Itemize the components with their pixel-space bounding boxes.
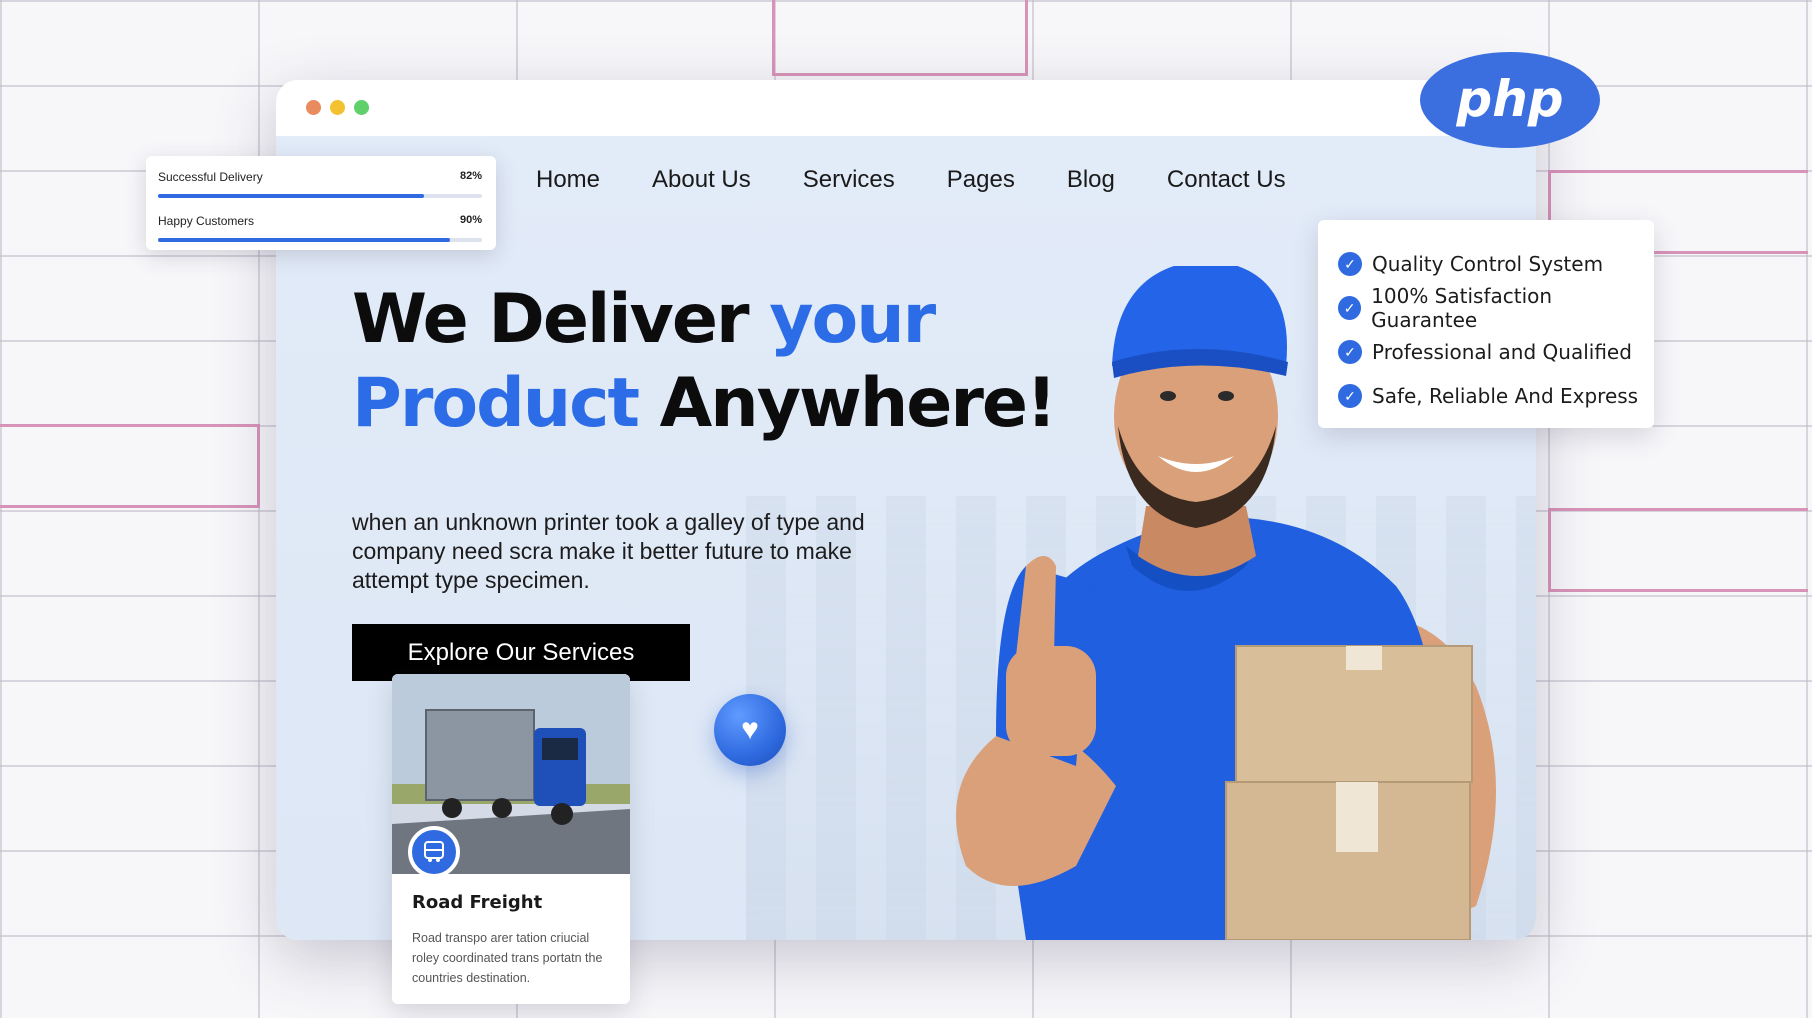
feature-label: Professional and Qualified: [1372, 340, 1632, 364]
service-title: Road Freight: [412, 892, 543, 913]
feature-item: ✓ 100% Satisfaction Guarantee: [1338, 284, 1654, 332]
feature-label: Safe, Reliable And Express: [1372, 384, 1639, 408]
feature-label: Quality Control System: [1372, 252, 1604, 276]
feature-item: ✓ Safe, Reliable And Express: [1338, 374, 1654, 418]
background-accent-box: [0, 424, 260, 508]
service-card-road-freight[interactable]: Road Freight Road transpo arer tation cr…: [392, 674, 630, 1004]
hero-title-part: We Deliver: [352, 280, 770, 359]
nav-services[interactable]: Services: [803, 166, 895, 194]
main-nav: Home About Us Services Pages Blog Contac…: [536, 166, 1286, 194]
check-circle-icon: ✓: [1338, 340, 1362, 364]
stat-value: 82%: [459, 170, 482, 182]
stat-value: 90%: [459, 214, 482, 226]
progress-fill: [158, 238, 450, 242]
check-circle-icon: ✓: [1338, 384, 1362, 408]
nav-pages[interactable]: Pages: [947, 166, 1015, 194]
check-circle-icon: ✓: [1338, 252, 1362, 276]
nav-blog[interactable]: Blog: [1067, 166, 1115, 194]
close-dot[interactable]: [306, 100, 321, 115]
nav-contact-us[interactable]: Contact Us: [1167, 166, 1286, 194]
service-description: Road transpo arer tation criucial roley …: [412, 931, 603, 985]
heart-icon: ♥: [714, 694, 786, 766]
progress-bar: [158, 194, 482, 198]
hero-title-highlight: Product: [352, 364, 640, 443]
check-circle-icon: ✓: [1338, 296, 1362, 320]
hero-description: when an unknown printer took a galley of…: [352, 509, 865, 593]
window-controls: [306, 100, 369, 115]
features-card: ✓ Quality Control System ✓ 100% Satisfac…: [1318, 220, 1654, 428]
feature-item: ✓ Quality Control System: [1338, 242, 1654, 286]
php-logo: php: [1420, 52, 1600, 148]
progress-fill: [158, 194, 424, 198]
stat-row: Happy Customers 90%: [152, 208, 484, 252]
maximize-dot[interactable]: [354, 100, 369, 115]
nav-about-us[interactable]: About Us: [652, 166, 751, 194]
minimize-dot[interactable]: [330, 100, 345, 115]
stat-label: Happy Customers: [158, 214, 255, 228]
nav-home[interactable]: Home: [536, 166, 600, 194]
stat-row: Successful Delivery 82%: [152, 164, 484, 208]
explore-services-button[interactable]: Explore Our Services: [352, 624, 690, 681]
background-accent-box: [1548, 508, 1808, 592]
background-accent-box: [772, 0, 1028, 76]
stat-label: Successful Delivery: [158, 170, 263, 184]
svg-text:php: php: [1455, 70, 1563, 128]
truck-icon: [408, 826, 460, 878]
progress-bar: [158, 238, 482, 242]
feature-label: 100% Satisfaction Guarantee: [1371, 284, 1553, 332]
feature-item: ✓ Professional and Qualified: [1338, 330, 1654, 374]
stats-card: Successful Delivery 82% Happy Customers …: [146, 156, 496, 250]
